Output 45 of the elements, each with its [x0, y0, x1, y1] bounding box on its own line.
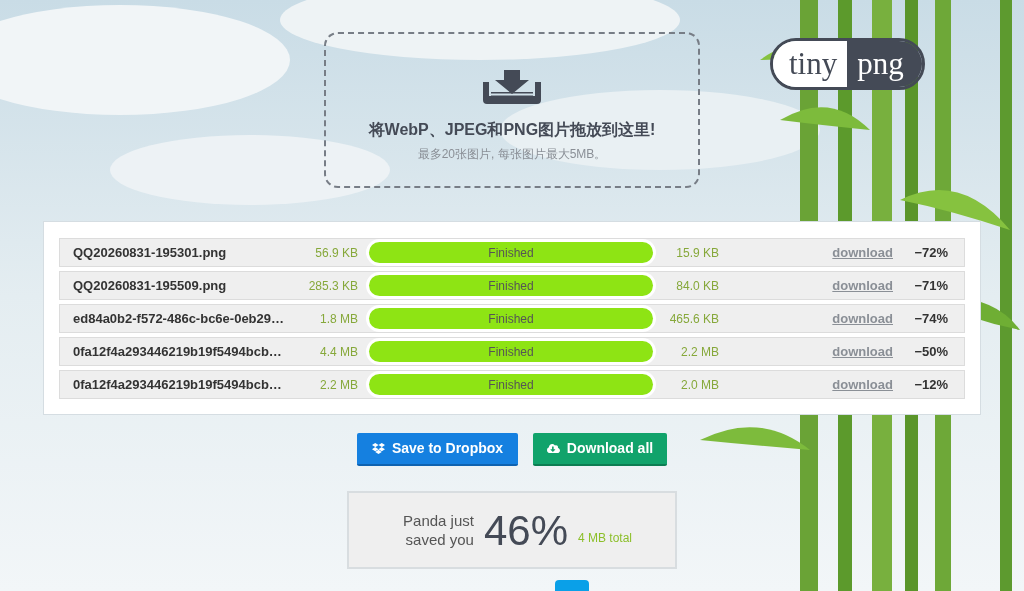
- summary-total: 4 MB total: [578, 530, 633, 547]
- original-size: 1.8 MB: [319, 310, 358, 328]
- progress-status: Finished: [487, 244, 535, 262]
- download-link[interactable]: download: [832, 308, 893, 329]
- cloud-download-icon: [546, 442, 560, 455]
- download-link[interactable]: download: [832, 374, 893, 395]
- original-size: 4.4 MB: [319, 343, 358, 361]
- progress-status: Finished: [487, 310, 535, 328]
- save-to-dropbox-button[interactable]: Save to Dropbox: [357, 433, 518, 466]
- logo-tiny: tiny: [773, 41, 848, 87]
- drop-title: 将WebP、JPEG和PNG图片拖放到这里!: [368, 120, 656, 140]
- tray-download-icon: [483, 70, 541, 104]
- logo-png: png: [847, 41, 922, 87]
- file-name: 0fa12f4a293446219b19f5494bcb…: [73, 375, 283, 394]
- logo[interactable]: tiny png: [770, 38, 925, 90]
- compressed-size: 2.0 MB: [680, 376, 719, 394]
- download-link[interactable]: download: [832, 341, 893, 362]
- compressed-size: 465.6 KB: [668, 310, 719, 328]
- drop-subtitle: 最多20张图片, 每张图片最大5MB。: [417, 146, 607, 163]
- original-size: 56.9 KB: [314, 244, 358, 262]
- progress-status: Finished: [487, 343, 535, 361]
- download-link[interactable]: download: [832, 275, 893, 296]
- progress-status: Finished: [487, 277, 535, 295]
- progress-status: Finished: [487, 376, 535, 394]
- file-name: ed84a0b2-f572-486c-bc6e-0eb29…: [73, 309, 285, 328]
- bottom-tab[interactable]: [555, 580, 589, 591]
- compressed-size: 15.9 KB: [675, 244, 719, 262]
- original-size: 2.2 MB: [319, 376, 358, 394]
- summary-caption: Panda just saved you: [402, 511, 474, 549]
- download-link[interactable]: download: [832, 242, 893, 263]
- savings-percent: −12%: [913, 375, 948, 394]
- savings-percent: −72%: [913, 243, 948, 262]
- file-name: QQ20260831-195301.png: [73, 243, 228, 262]
- drop-zone[interactable]: 将WebP、JPEG和PNG图片拖放到这里! 最多20张图片, 每张图片最大5MB。: [324, 32, 700, 188]
- file-name: QQ20260831-195509.png: [73, 276, 228, 295]
- summary-percent: 46%: [483, 505, 568, 556]
- download-all-button[interactable]: Download all: [533, 433, 667, 466]
- dropbox-icon: [371, 442, 385, 455]
- file-name: 0fa12f4a293446219b19f5494bcb…: [73, 342, 283, 361]
- compressed-size: 2.2 MB: [680, 343, 719, 361]
- original-size: 285.3 KB: [307, 277, 358, 295]
- savings-percent: −50%: [913, 342, 948, 361]
- compressed-size: 84.0 KB: [675, 277, 719, 295]
- savings-percent: −71%: [913, 276, 948, 295]
- savings-percent: −74%: [913, 309, 948, 328]
